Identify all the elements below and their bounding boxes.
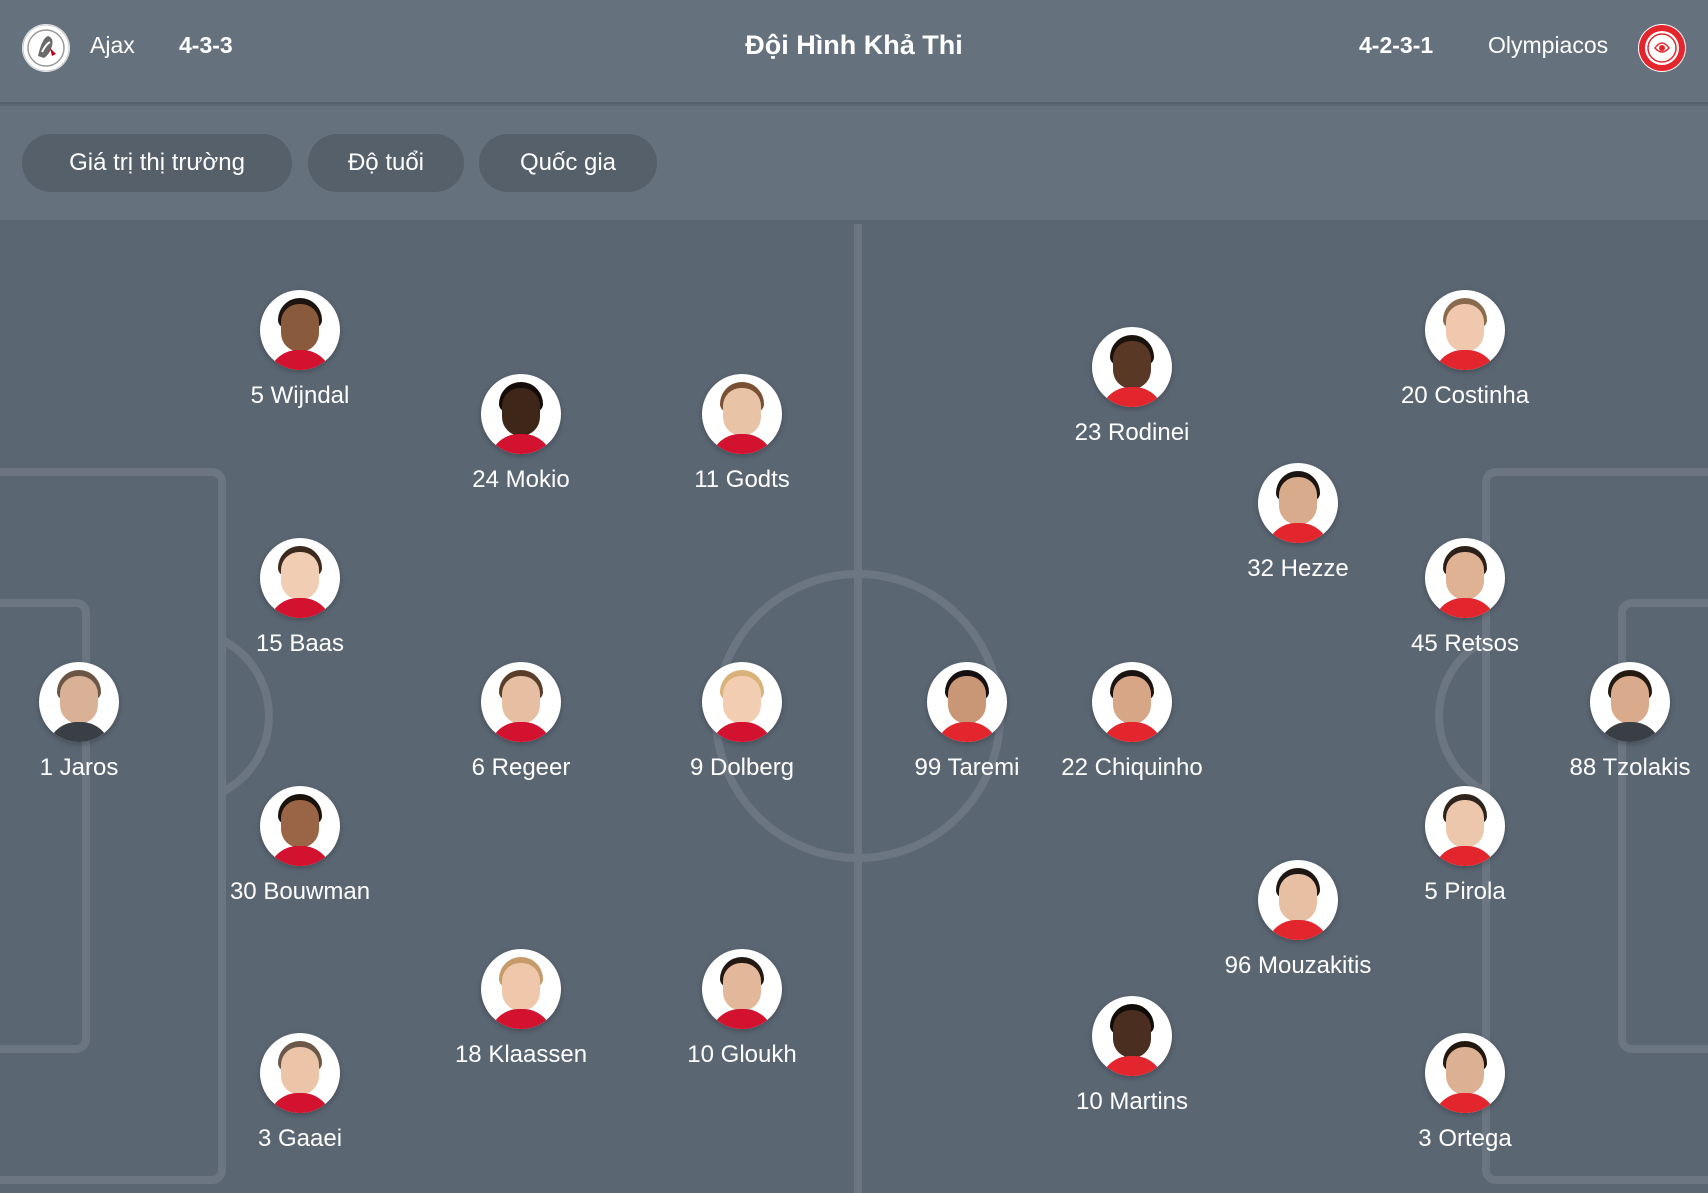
player-photo bbox=[1092, 996, 1172, 1076]
player-photo bbox=[1425, 1033, 1505, 1113]
player-away-8[interactable]: 96 Mouzakitis bbox=[1208, 860, 1388, 980]
player-label: 88 Tzolakis bbox=[1569, 754, 1691, 781]
player-label: 10 Gloukh bbox=[687, 1041, 797, 1068]
player-away-10[interactable]: 3 Ortega bbox=[1375, 1033, 1555, 1153]
away-team-name[interactable]: Olympiacos bbox=[1488, 32, 1608, 59]
player-home-5[interactable]: 6 Regeer bbox=[431, 662, 611, 782]
player-away-2[interactable]: 32 Hezze bbox=[1208, 463, 1388, 583]
player-label: 45 Retsos bbox=[1410, 630, 1520, 657]
player-away-7[interactable]: 5 Pirola bbox=[1375, 786, 1555, 906]
filter-bar: Giá trị thị trường Độ tuổi Quốc gia bbox=[0, 106, 1708, 220]
player-label: 5 Wijndal bbox=[250, 382, 350, 409]
player-photo bbox=[260, 786, 340, 866]
player-label: 32 Hezze bbox=[1247, 555, 1349, 582]
player-photo bbox=[1425, 786, 1505, 866]
player-away-9[interactable]: 10 Martins bbox=[1042, 996, 1222, 1116]
player-photo bbox=[1092, 662, 1172, 742]
home-penalty-box bbox=[0, 468, 226, 1184]
player-label: 20 Costinha bbox=[1400, 382, 1530, 409]
player-label: 10 Martins bbox=[1075, 1088, 1189, 1115]
player-label: 5 Pirola bbox=[1424, 878, 1506, 905]
player-home-3[interactable]: 15 Baas bbox=[210, 538, 390, 658]
player-photo bbox=[1590, 662, 1670, 742]
player-photo bbox=[260, 538, 340, 618]
player-photo bbox=[1425, 290, 1505, 370]
filter-market-value[interactable]: Giá trị thị trường bbox=[22, 134, 292, 192]
player-label: 23 Rodinei bbox=[1074, 419, 1190, 446]
player-label: 96 Mouzakitis bbox=[1224, 952, 1372, 979]
player-photo bbox=[1425, 538, 1505, 618]
player-photo bbox=[39, 662, 119, 742]
player-label: 9 Dolberg bbox=[689, 754, 795, 781]
player-home-2[interactable]: 11 Godts bbox=[652, 374, 832, 494]
player-photo bbox=[481, 374, 561, 454]
player-label: 22 Chiquinho bbox=[1061, 754, 1203, 781]
lineup-header: Ajax 4-3-3 Đội Hình Khả Thi 4-2-3-1 Olym… bbox=[0, 0, 1708, 104]
player-photo bbox=[702, 662, 782, 742]
player-away-5[interactable]: 22 Chiquinho bbox=[1042, 662, 1222, 782]
player-label: 18 Klaassen bbox=[454, 1041, 588, 1068]
player-home-7[interactable]: 30 Bouwman bbox=[210, 786, 390, 906]
player-photo bbox=[1258, 860, 1338, 940]
player-photo bbox=[702, 949, 782, 1029]
player-home-8[interactable]: 18 Klaassen bbox=[431, 949, 611, 1069]
player-photo bbox=[481, 662, 561, 742]
player-photo bbox=[1092, 327, 1172, 407]
player-photo bbox=[481, 949, 561, 1029]
pitch: 5 Wijndal 24 Mokio 11 Godts 15 Baas 1 Ja… bbox=[0, 220, 1708, 1193]
player-photo bbox=[1258, 463, 1338, 543]
filter-country[interactable]: Quốc gia bbox=[479, 134, 657, 192]
player-home-10[interactable]: 3 Gaaei bbox=[210, 1033, 390, 1153]
player-away-1[interactable]: 20 Costinha bbox=[1375, 290, 1555, 410]
olympiacos-crest-icon[interactable] bbox=[1638, 24, 1686, 72]
player-away-3[interactable]: 45 Retsos bbox=[1375, 538, 1555, 658]
player-label: 11 Godts bbox=[694, 466, 790, 493]
player-away-4[interactable]: 99 Taremi bbox=[877, 662, 1057, 782]
player-photo bbox=[260, 290, 340, 370]
player-label: 24 Mokio bbox=[472, 466, 570, 493]
player-home-9[interactable]: 10 Gloukh bbox=[652, 949, 832, 1069]
player-home-4[interactable]: 1 Jaros bbox=[0, 662, 169, 782]
player-photo bbox=[260, 1033, 340, 1113]
player-home-6[interactable]: 9 Dolberg bbox=[652, 662, 832, 782]
away-penalty-arc bbox=[1435, 636, 1488, 796]
home-penalty-arc bbox=[220, 636, 273, 796]
away-formation: 4-2-3-1 bbox=[1359, 32, 1434, 58]
page-title: Đội Hình Khả Thi bbox=[745, 30, 963, 60]
player-photo bbox=[702, 374, 782, 454]
player-label: 1 Jaros bbox=[39, 754, 119, 781]
player-away-0[interactable]: 23 Rodinei bbox=[1042, 327, 1222, 447]
player-home-0[interactable]: 5 Wijndal bbox=[210, 290, 390, 410]
player-label: 15 Baas bbox=[255, 630, 345, 657]
player-label: 6 Regeer bbox=[471, 754, 571, 781]
player-label: 99 Taremi bbox=[914, 754, 1020, 781]
player-home-1[interactable]: 24 Mokio bbox=[431, 374, 611, 494]
player-away-6[interactable]: 88 Tzolakis bbox=[1540, 662, 1708, 782]
player-label: 30 Bouwman bbox=[229, 878, 371, 905]
player-photo bbox=[927, 662, 1007, 742]
player-label: 3 Ortega bbox=[1418, 1125, 1512, 1152]
player-label: 3 Gaaei bbox=[257, 1125, 343, 1152]
filter-age[interactable]: Độ tuổi bbox=[308, 134, 464, 192]
